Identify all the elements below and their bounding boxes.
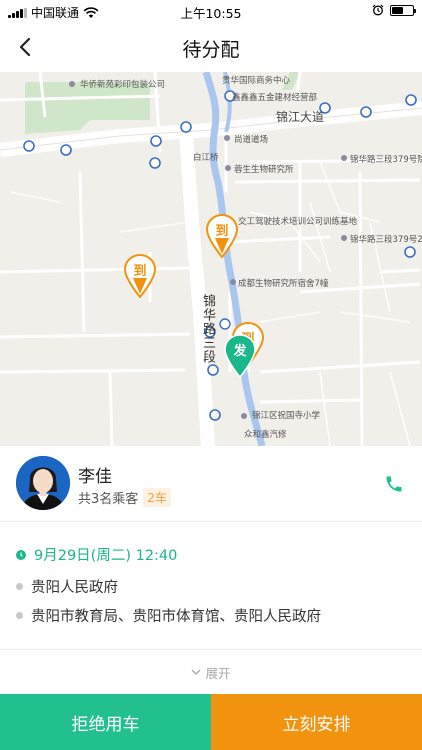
- trip-destinations: 贵阳市教育局、贵阳市体育馆、贵阳人民政府: [16, 605, 321, 626]
- destination-dot-icon: [16, 612, 23, 619]
- map-view[interactable]: 华侨新苑彩印包装公司 贵华国际商务中心 鑫鑫鑫五金建材经营部 锦江大道 尚道道场…: [0, 72, 422, 446]
- expand-toggle[interactable]: 展开: [0, 649, 422, 694]
- map-label-jinhua-379b: 锦华路三段379号22: [350, 235, 422, 245]
- map-label-auto: 众和鑫汽修: [244, 430, 287, 440]
- destinations-text: 贵阳市教育局、贵阳市体育馆、贵阳人民政府: [31, 609, 321, 625]
- origin-text: 贵阳人民政府: [31, 580, 118, 596]
- origin-dot-icon: [16, 583, 23, 590]
- trip-time: 9月29日(周二) 12:40: [16, 544, 177, 565]
- arrange-button[interactable]: 立刻安排: [211, 694, 422, 750]
- map-label-intl-center: 贵华国际商务中心: [222, 76, 291, 86]
- map-label-school: 锦江区祝国寺小学: [252, 411, 321, 421]
- passenger-row: 李佳 共3名乘客 2车: [0, 446, 422, 522]
- map-label-building: 鑫鑫鑫五金建材经营部: [232, 93, 318, 103]
- map-label-printing: 华侨新苑彩印包装公司: [80, 80, 166, 90]
- status-right: [372, 4, 416, 16]
- phone-icon: [386, 476, 402, 492]
- depart-pin-label: 发: [233, 344, 247, 359]
- map-label-shangdao: 尚道道场: [234, 135, 269, 145]
- trip-origin: 贵阳人民政府: [16, 576, 118, 597]
- passenger-summary: 共3名乘客 2车: [78, 488, 171, 507]
- battery-fill: [392, 6, 403, 14]
- status-bar: 中国联通 上午10:55: [0, 0, 422, 22]
- alarm-icon: [372, 4, 384, 16]
- car-count-badge: 2车: [143, 488, 171, 507]
- map-label-jinjiang-avenue: 锦江大道: [276, 110, 325, 124]
- map-label-training: 交工驾驶技术培训公司训练基地: [238, 217, 358, 227]
- order-card: 李佳 共3名乘客 2车 9月29日(周二) 12:40 贵阳人民政府 贵阳市教育…: [0, 446, 422, 694]
- page-title: 待分配: [182, 39, 240, 61]
- passenger-count: 共3名乘客: [78, 492, 139, 507]
- map-label-rongsheng: 蓉生生物研究所: [234, 165, 294, 175]
- map-base: [0, 72, 422, 446]
- depart-pin[interactable]: 发: [224, 334, 256, 378]
- arrive-pin-label: 到: [133, 264, 147, 279]
- expand-label: 展开: [205, 665, 231, 681]
- map-label-bio-dorm: 成都生物研究所宿舍7幢: [238, 279, 329, 289]
- status-time: 上午10:55: [180, 6, 242, 21]
- action-bar: 拒绝用车 立刻安排: [0, 694, 422, 750]
- passenger-name: 李佳: [78, 467, 112, 487]
- chevron-down-icon: [191, 669, 201, 675]
- map-label-jinhua-379a: 锦华路三段379号院: [350, 155, 422, 165]
- nav-bar: 待分配: [0, 22, 422, 72]
- call-button[interactable]: [380, 470, 408, 498]
- avatar-portrait-icon: [16, 456, 70, 510]
- battery-icon: [390, 4, 416, 16]
- arrive-pin[interactable]: 到: [206, 214, 238, 258]
- trip-datetime: 9月29日(周二) 12:40: [34, 548, 178, 564]
- map-label-baijiang: 白江桥: [193, 153, 219, 163]
- arrive-pin[interactable]: 到: [124, 254, 156, 298]
- map-label-jinhua-road: 锦华路三段: [200, 294, 215, 364]
- avatar: [16, 456, 70, 510]
- clock-icon: [16, 549, 26, 560]
- reject-button[interactable]: 拒绝用车: [0, 694, 211, 750]
- arrive-pin-label: 到: [215, 224, 229, 239]
